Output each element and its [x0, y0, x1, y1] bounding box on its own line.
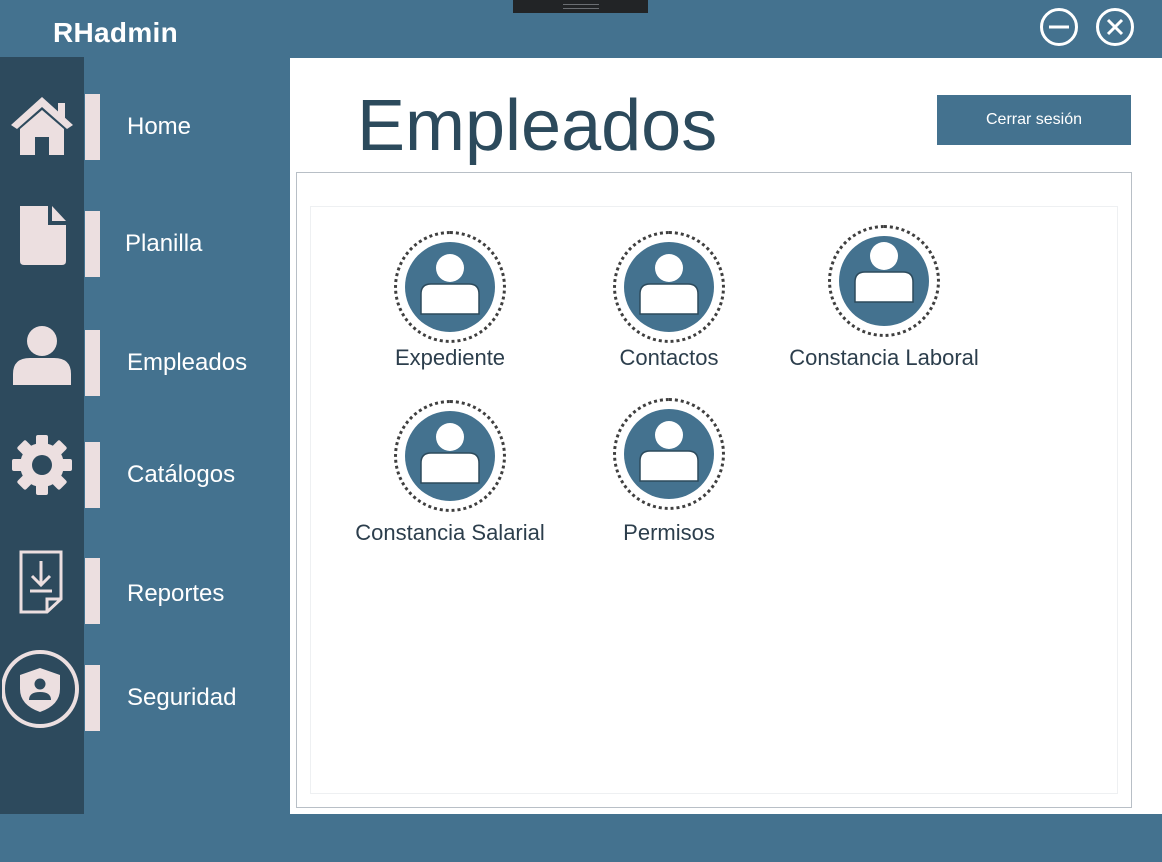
download-report-icon	[19, 550, 63, 614]
sidebar-item-planilla[interactable]: Planilla	[85, 211, 289, 277]
sidebar-item-empleados[interactable]: Empleados	[85, 330, 289, 396]
sidebar-item-label: Home	[127, 113, 192, 140]
minimize-button[interactable]	[1037, 7, 1081, 47]
page-title: Empleados	[357, 86, 718, 166]
rail-planilla-button[interactable]	[0, 200, 84, 270]
user-icon	[13, 326, 71, 385]
nav-marker	[85, 211, 100, 277]
minimize-circle-icon	[1040, 8, 1078, 46]
sidebar-item-reportes[interactable]: Reportes	[85, 558, 289, 624]
logout-button[interactable]: Cerrar sesión	[937, 95, 1131, 145]
tile-icon-ring	[613, 231, 725, 343]
nav-marker	[85, 665, 100, 731]
nav-marker	[85, 558, 100, 624]
gear-icon	[12, 435, 72, 495]
sidebar-item-catalogos[interactable]: Catálogos	[85, 442, 289, 508]
tile-constancia-laboral[interactable]: Constancia Laboral	[774, 225, 994, 375]
document-icon	[20, 206, 66, 265]
nav-marker	[85, 442, 100, 508]
rail-catalogos-button[interactable]	[0, 430, 84, 500]
close-button[interactable]	[1093, 7, 1137, 47]
tile-constancia-salarial[interactable]: Constancia Salarial	[340, 400, 560, 550]
nav-marker	[85, 94, 100, 160]
tile-icon-ring	[828, 225, 940, 337]
tile-label: Contactos	[619, 345, 719, 370]
rail-seguridad-button[interactable]	[0, 647, 84, 731]
close-circle-icon	[1096, 8, 1134, 46]
sidebar-item-label: Reportes	[127, 580, 225, 608]
sidebar-item-label: Seguridad	[127, 684, 237, 711]
window-drag-handle[interactable]	[513, 0, 648, 13]
sidebar-item-seguridad[interactable]: Seguridad	[85, 665, 289, 731]
rail-reportes-button[interactable]	[0, 547, 84, 617]
tile-icon-ring	[394, 231, 506, 343]
status-bar	[0, 814, 1162, 862]
sidebar-item-label: Empleados	[127, 349, 248, 376]
tiles-panel: Expediente Contactos Constancia Laboral …	[296, 172, 1132, 808]
tile-label: Expediente	[394, 345, 506, 370]
sidebar-item-label: Planilla	[125, 230, 203, 257]
user-avatar-icon	[854, 242, 914, 303]
tile-label: Permisos	[623, 520, 715, 545]
tiles-container: Expediente Contactos Constancia Laboral …	[310, 206, 1118, 794]
sidebar-item-label: Catálogos	[127, 461, 236, 488]
main-content: Empleados Cerrar sesión Expediente Conta…	[290, 58, 1162, 814]
tile-permisos[interactable]: Permisos	[559, 398, 779, 548]
user-avatar-icon	[639, 254, 699, 315]
user-avatar-icon	[420, 423, 480, 484]
tile-icon-ring	[613, 398, 725, 510]
rail-empleados-button[interactable]	[0, 319, 84, 389]
shield-user-icon	[2, 650, 79, 728]
icon-rail	[0, 57, 84, 814]
app-title: RHadmin	[53, 17, 178, 48]
tile-label: Constancia Salarial	[355, 520, 545, 545]
home-icon	[11, 97, 73, 155]
user-avatar-icon	[639, 421, 699, 482]
tile-icon-ring	[394, 400, 506, 512]
nav-marker	[85, 330, 100, 396]
sidebar-item-home[interactable]: Home	[85, 94, 289, 160]
rail-home-button[interactable]	[0, 90, 84, 160]
user-avatar-icon	[420, 254, 480, 315]
tile-label: Constancia Laboral	[789, 345, 979, 370]
tile-expediente[interactable]: Expediente	[340, 231, 560, 381]
tile-contactos[interactable]: Contactos	[559, 231, 779, 381]
